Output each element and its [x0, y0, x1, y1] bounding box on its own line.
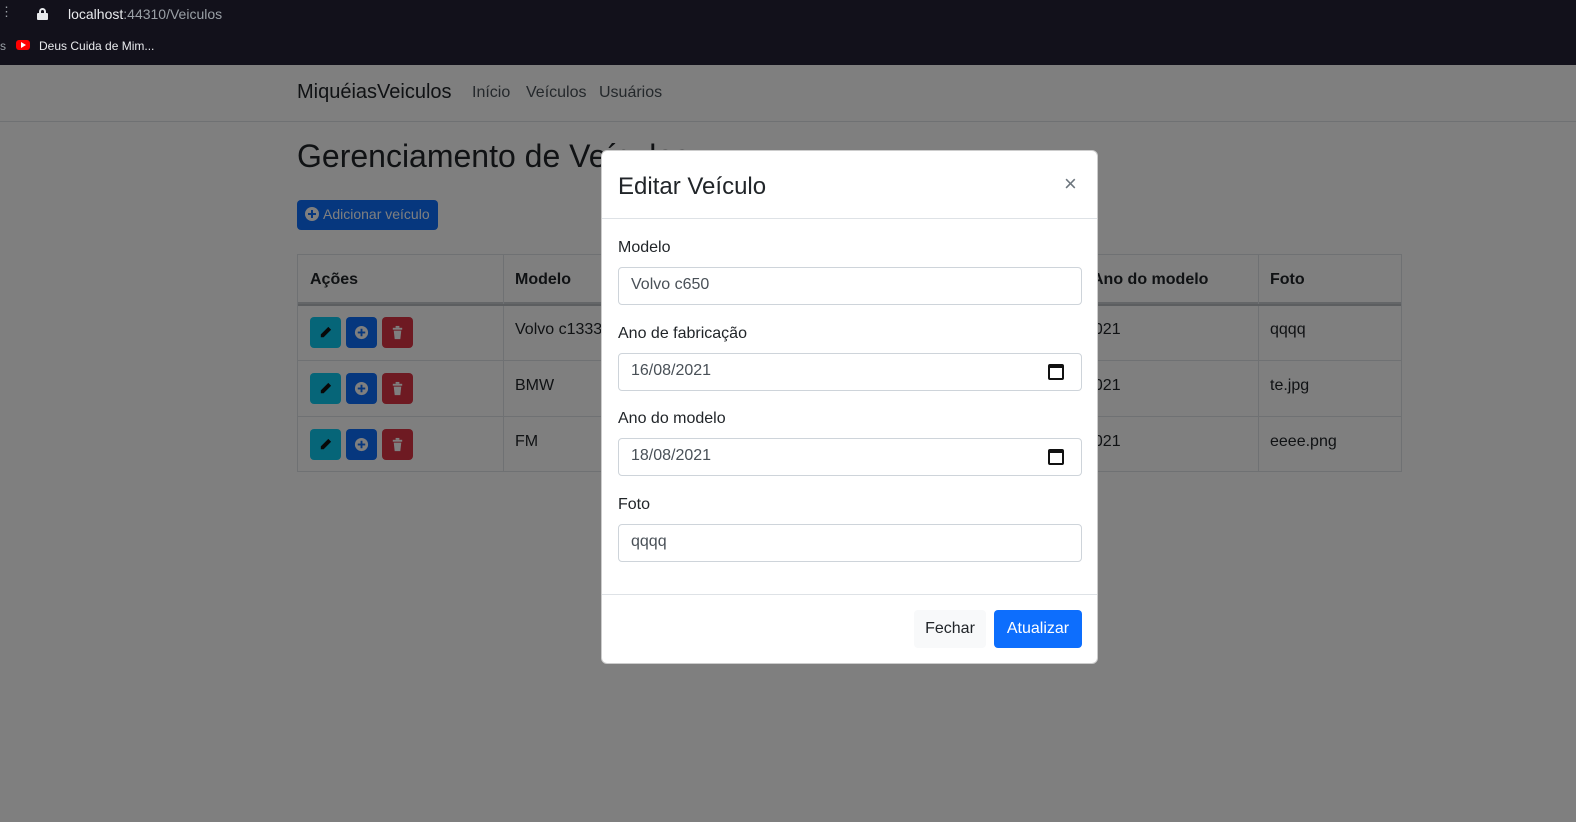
lock-icon[interactable]: [37, 8, 48, 20]
browser-menu-glyph: ⋮: [0, 4, 13, 19]
bookmarks-bar: s Deus Cuida de Mim...: [0, 35, 1576, 57]
ano-fabricacao-value: 16/08/2021: [631, 362, 712, 379]
modelo-label: Modelo: [618, 239, 671, 256]
calendar-icon[interactable]: [1048, 364, 1064, 380]
foto-label: Foto: [618, 496, 651, 513]
update-button[interactable]: Atualizar: [994, 610, 1082, 648]
address-bar[interactable]: ⋮ localhost:44310/Veiculos: [0, 0, 1576, 30]
youtube-icon: [16, 40, 30, 50]
modelo-input[interactable]: Volvo c650: [618, 267, 1082, 305]
modelo-value: Volvo c650: [631, 276, 710, 293]
foto-input[interactable]: qqqq: [618, 524, 1082, 562]
ano-fabricacao-input[interactable]: 16/08/2021: [618, 353, 1082, 391]
calendar-icon[interactable]: [1048, 449, 1064, 465]
modal-footer-divider: [602, 594, 1097, 595]
bookmark-overflow[interactable]: s: [0, 39, 6, 53]
ano-fabricacao-label: Ano de fabricação: [618, 325, 747, 342]
url-text[interactable]: localhost:44310/Veiculos: [68, 6, 222, 22]
ano-modelo-input[interactable]: 18/08/2021: [618, 438, 1082, 476]
ano-modelo-value: 18/08/2021: [631, 447, 712, 464]
modal-header: Editar Veículo ×: [602, 151, 1097, 219]
browser-chrome: ⋮ localhost:44310/Veiculos s Deus Cuida …: [0, 0, 1576, 65]
modal-title: Editar Veículo: [618, 173, 767, 200]
ano-modelo-label: Ano do modelo: [618, 410, 726, 427]
edit-vehicle-modal: Editar Veículo × Modelo Volvo c650 Ano d…: [601, 150, 1098, 664]
close-icon[interactable]: ×: [1064, 171, 1077, 197]
close-button[interactable]: Fechar: [914, 610, 986, 648]
foto-value: qqqq: [631, 533, 667, 550]
bookmark-item[interactable]: Deus Cuida de Mim...: [39, 39, 154, 53]
